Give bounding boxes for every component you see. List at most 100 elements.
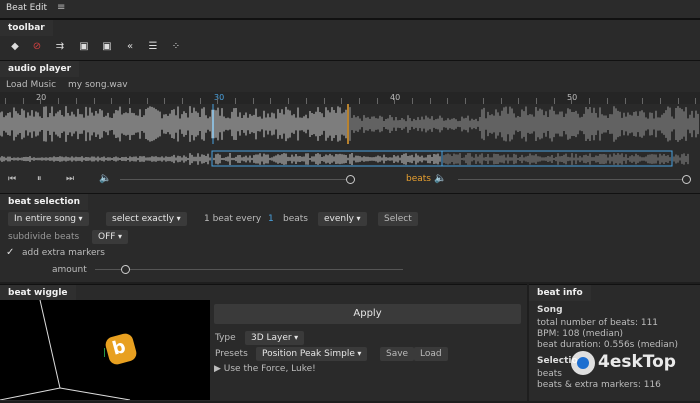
ruler-tick [58, 98, 59, 104]
skip-back-icon[interactable]: ⏮ [8, 174, 16, 184]
volume-icon[interactable]: 🔈 [99, 173, 111, 184]
ruler-tick [377, 98, 378, 104]
first-marker-icon[interactable]: ▣ [78, 41, 90, 53]
bpm-value: BPM: 108 (median) [537, 329, 624, 339]
timeline-ruler[interactable] [0, 92, 700, 104]
merge-icon[interactable]: « [124, 41, 136, 53]
hamburger-menu-icon[interactable]: ≡ [57, 2, 65, 13]
ruler-tick [642, 98, 643, 104]
delete-marker-icon[interactable]: ⊘ [31, 41, 43, 53]
beat-every-label: 1 beat every [204, 214, 262, 224]
tick-label: 50 [567, 93, 578, 102]
ruler-tick [607, 98, 608, 104]
beats-volume-icon[interactable]: 🔈 [434, 173, 446, 184]
ruler-tick [129, 98, 130, 104]
ruler-tick [147, 98, 148, 104]
audio-player-header: audio player [0, 61, 80, 77]
type-label: Type [215, 333, 236, 343]
song-header: Song [537, 305, 563, 315]
mode-dropdown[interactable]: select exactly [106, 212, 187, 226]
beat-info-header: beat info [529, 285, 591, 301]
ruler-tick [217, 98, 218, 104]
ruler-tick [501, 98, 502, 104]
save-button[interactable]: Save [380, 347, 415, 361]
volume-slider[interactable] [120, 179, 350, 180]
ruler-tick [660, 98, 661, 104]
beats-extra-markers: beats & extra markers: 116 [537, 380, 661, 390]
ruler-tick [341, 98, 342, 104]
ruler-tick [430, 98, 431, 104]
presets-label: Presets [215, 349, 248, 359]
grid-icon[interactable]: ⁘ [170, 41, 182, 53]
marker-icon[interactable]: ◆ [9, 41, 21, 53]
skip-forward-icon[interactable]: ⏭ [66, 174, 74, 184]
b-logo-glyph: b [110, 336, 129, 360]
selection-beats: beats [537, 369, 562, 379]
last-marker-icon[interactable]: ▣ [101, 41, 113, 53]
ruler-tick [589, 98, 590, 104]
ruler-tick [235, 98, 236, 104]
ruler-tick [625, 98, 626, 104]
beats-label: beats [283, 214, 308, 224]
ruler-tick [5, 98, 6, 104]
force-disclosure[interactable]: ▶ Use the Force, Luke! [214, 364, 316, 374]
beat-count-input[interactable]: 1 [268, 214, 274, 224]
list-icon[interactable]: ☰ [147, 41, 159, 53]
ruler-tick [23, 98, 24, 104]
watermark-logo-icon [571, 351, 595, 375]
ruler-tick [536, 98, 537, 104]
beat-duration: beat duration: 0.556s (median) [537, 340, 678, 350]
ruler-tick [270, 98, 271, 104]
ruler-tick [164, 98, 165, 104]
ruler-tick [111, 98, 112, 104]
amount-label: amount [52, 265, 87, 275]
audio-filename: my song.wav [68, 80, 128, 90]
beats-volume-slider[interactable] [458, 179, 686, 180]
beats-volume-slider-handle[interactable] [682, 175, 691, 184]
ruler-tick [394, 98, 395, 104]
ruler-tick [678, 98, 679, 104]
watermark: 4eskTop [570, 350, 694, 376]
ruler-tick [200, 98, 201, 104]
ruler-tick [695, 98, 696, 104]
waveform-overview[interactable] [0, 150, 700, 168]
presets-dropdown[interactable]: Position Peak Simple [256, 347, 368, 361]
pause-icon[interactable]: ⏸ [37, 174, 42, 184]
select-button[interactable]: Select [378, 212, 418, 226]
ruler-tick [571, 98, 572, 104]
watermark-text: 4eskTop [598, 352, 676, 372]
waveform[interactable] [0, 104, 700, 144]
ruler-tick [40, 98, 41, 104]
toolbar-panel: toolbar [0, 19, 700, 60]
amount-slider-handle[interactable] [121, 265, 130, 274]
ruler-tick [324, 98, 325, 104]
load-button[interactable]: Load [414, 347, 448, 361]
load-music-button[interactable]: Load Music [6, 80, 56, 90]
amount-slider[interactable] [95, 269, 403, 270]
ruler-tick [447, 98, 448, 104]
beat-wiggle-header: beat wiggle [0, 285, 76, 301]
ruler-tick [412, 98, 413, 104]
type-dropdown[interactable]: 3D Layer [245, 331, 305, 345]
ruler-tick [306, 98, 307, 104]
tick-label: 20 [36, 93, 47, 102]
ruler-tick [253, 98, 254, 104]
distribution-dropdown[interactable]: evenly [318, 212, 367, 226]
total-beats: total number of beats: 111 [537, 318, 659, 328]
tick-label: 40 [390, 93, 401, 102]
beat-selection-header: beat selection [0, 194, 89, 210]
checkbox-check-icon[interactable]: ✓ [6, 247, 14, 258]
3d-preview[interactable]: b | [0, 299, 210, 401]
ruler-tick [465, 98, 466, 104]
split-marker-icon[interactable]: ⇉ [54, 41, 66, 53]
ruler-tick [288, 98, 289, 104]
beats-volume-label: beats [406, 174, 431, 184]
green-axis-icon: | [103, 348, 107, 358]
ruler-tick [94, 98, 95, 104]
scope-dropdown[interactable]: In entire song [8, 212, 89, 226]
ruler-tick [554, 98, 555, 104]
tick-label: 30 [214, 93, 225, 102]
apply-button[interactable]: Apply [214, 304, 521, 324]
volume-slider-handle[interactable] [346, 175, 355, 184]
subdivide-dropdown[interactable]: OFF [92, 230, 128, 244]
